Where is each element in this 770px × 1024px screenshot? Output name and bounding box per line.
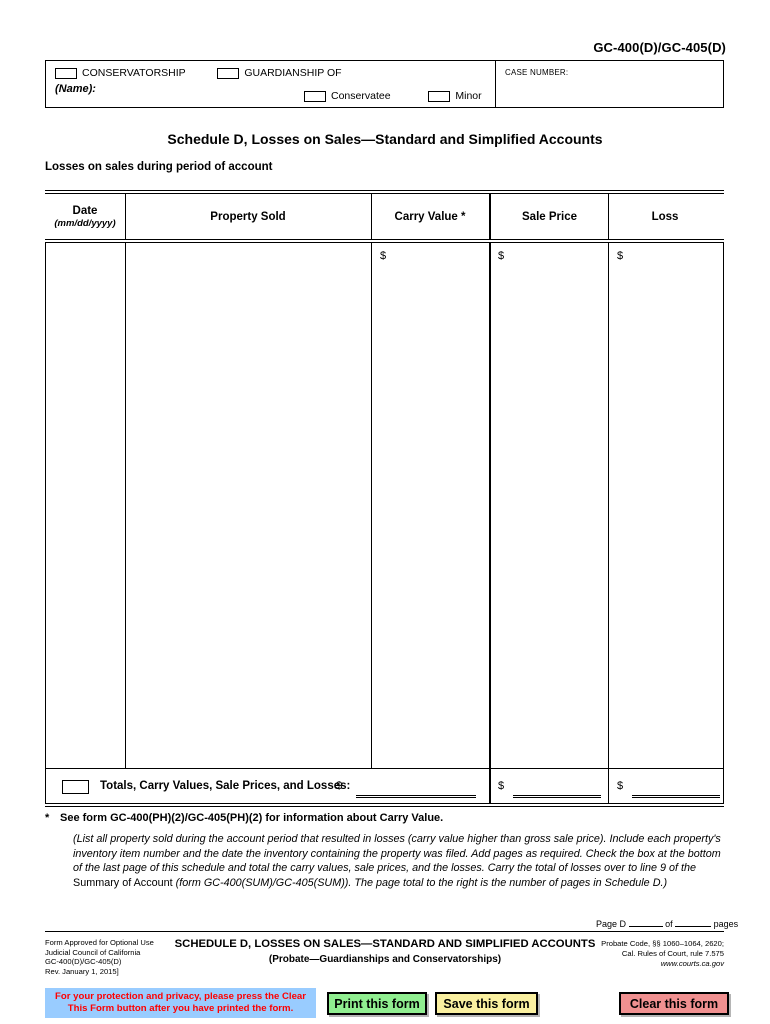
form-number: GC-400(D)/GC-405(D) <box>593 40 726 55</box>
footer-right-block: Probate Code, §§ 1060–1064, 2620; Cal. R… <box>601 939 724 969</box>
save-form-button[interactable]: Save this form <box>435 992 538 1015</box>
totals-checkbox[interactable] <box>62 780 89 794</box>
table-header-row: Date (mm/dd/yyyy) Property Sold Carry Va… <box>45 194 724 239</box>
column-divider <box>608 769 609 803</box>
page-title: Schedule D, Losses on Sales—Standard and… <box>167 131 603 147</box>
form-button-bar: For your protection and privacy, please … <box>0 986 770 1024</box>
caption-left-cell: CONSERVATORSHIP GUARDIANSHIP OF (Name): … <box>46 61 496 107</box>
totals-label: Totals, Carry Values, Sale Prices, and L… <box>100 780 351 792</box>
carry-value-footnote: * See form GC-400(PH)(2)/GC-405(PH)(2) f… <box>45 812 725 824</box>
minor-checkbox[interactable] <box>428 90 451 102</box>
totals-loss-currency-symbol: $ <box>617 780 624 792</box>
totals-carry-value-input[interactable] <box>356 795 476 798</box>
clear-form-button[interactable]: Clear this form <box>619 992 729 1015</box>
case-type-row: CONSERVATORSHIP GUARDIANSHIP OF <box>55 67 342 79</box>
column-header-date: Date (mm/dd/yyyy) <box>45 194 125 239</box>
page-total-input[interactable] <box>675 917 712 927</box>
print-form-button[interactable]: Print this form <box>327 992 427 1015</box>
column-header-carry-value-label: Carry Value * <box>394 210 466 223</box>
instructions-summary-of-account: Summary of Account <box>73 876 173 889</box>
column-header-loss-label: Loss <box>651 210 679 223</box>
column-header-sale-price-label: Sale Price <box>522 210 577 223</box>
conservatee-label: Conservatee <box>331 90 391 102</box>
instructions-paragraph: (List all property sold during the accou… <box>73 832 723 890</box>
column-header-date-format: (mm/dd/yyyy) <box>54 217 116 229</box>
privacy-notice: For your protection and privacy, please … <box>45 988 316 1018</box>
instructions-part1: (List all property sold during the accou… <box>73 833 721 875</box>
name-label: (Name): <box>55 83 96 95</box>
carry-value-currency-symbol: $ <box>380 250 387 262</box>
page-number-suffix: pages <box>713 919 739 929</box>
conservatorship-label: CONSERVATORSHIP <box>82 67 186 79</box>
form-page: GC-400(D)/GC-405(D) CONSERVATORSHIP GUAR… <box>0 0 770 1024</box>
loss-currency-symbol: $ <box>617 250 624 262</box>
page-number-prefix: Page D <box>596 919 627 929</box>
totals-sale-price-input[interactable] <box>513 795 601 798</box>
totals-row: Totals, Carry Values, Sale Prices, and L… <box>45 769 724 803</box>
page-number-middle: of <box>665 919 673 929</box>
section-subtitle: Losses on sales during period of account <box>45 161 273 173</box>
footer-divider <box>45 931 724 932</box>
footer-citation-line-1: Probate Code, §§ 1060–1064, 2620; <box>601 939 724 948</box>
column-divider <box>608 243 609 768</box>
page-number-line: Page D of pages <box>596 917 738 929</box>
conservatee-checkbox[interactable] <box>304 90 326 102</box>
totals-carry-value-currency-symbol: $ <box>336 780 343 792</box>
column-header-sale-price: Sale Price <box>491 194 608 239</box>
column-header-property-label: Property Sold <box>210 210 286 223</box>
totals-loss-input[interactable] <box>632 795 720 798</box>
table-body[interactable]: $ $ $ <box>45 243 724 768</box>
column-header-property: Property Sold <box>125 194 371 239</box>
guardianship-label: GUARDIANSHIP OF <box>244 67 342 79</box>
minor-label: Minor <box>455 90 482 102</box>
page-number-input[interactable] <box>628 917 663 927</box>
sale-price-currency-symbol: $ <box>498 250 505 262</box>
footnote-star: * <box>45 812 50 824</box>
totals-sale-price-currency-symbol: $ <box>498 780 505 792</box>
column-divider <box>489 243 491 768</box>
footer-approval-line-4: Rev. January 1, 2015] <box>45 966 119 976</box>
instructions-part2: (form GC-400(SUM)/GC-405(SUM)). The page… <box>172 876 668 889</box>
footer-url[interactable]: www.courts.ca.gov <box>601 959 724 969</box>
column-header-loss: Loss <box>608 194 722 239</box>
column-header-date-label: Date <box>72 204 98 217</box>
conservatorship-checkbox[interactable] <box>55 67 77 79</box>
column-divider <box>125 243 126 768</box>
losses-table: Date (mm/dd/yyyy) Property Sold Carry Va… <box>45 190 724 807</box>
column-header-carry-value: Carry Value * <box>371 194 489 239</box>
footer-citation-line-2: Cal. Rules of Court, rule 7.575 <box>621 949 724 958</box>
guardianship-checkbox[interactable] <box>217 67 240 79</box>
caption-box: CONSERVATORSHIP GUARDIANSHIP OF (Name): … <box>45 60 724 108</box>
case-number-cell[interactable]: CASE NUMBER: <box>496 61 725 107</box>
column-divider <box>489 769 491 803</box>
column-divider <box>371 243 372 768</box>
footnote-text: See form GC-400(PH)(2)/GC-405(PH)(2) for… <box>60 812 444 824</box>
case-number-label: CASE NUMBER: <box>505 68 569 77</box>
subject-type-row: Conservatee Minor <box>304 90 482 102</box>
table-bottom-rule <box>45 803 724 807</box>
